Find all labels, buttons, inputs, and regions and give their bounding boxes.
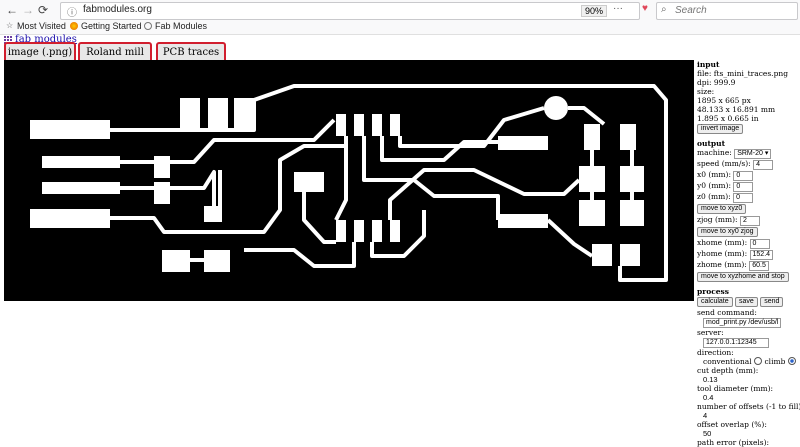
machine-select[interactable]: SRM-20 ▾ xyxy=(734,149,772,159)
tool-diameter-input[interactable]: 0.4 xyxy=(697,393,800,402)
firefox-icon xyxy=(70,22,78,30)
calculate-button[interactable]: calculate xyxy=(697,297,733,307)
move-xy0-zjog-button[interactable]: move to xy0 zjog xyxy=(697,227,758,237)
y0-input[interactable]: 0 xyxy=(733,182,754,192)
pcb-traces-image xyxy=(4,60,694,301)
send-command-label: send command: xyxy=(697,308,757,317)
speed-input[interactable]: 4 xyxy=(753,160,774,170)
output-heading: output xyxy=(697,139,726,148)
info-icon[interactable]: ⓘ xyxy=(67,4,77,19)
xhome-label: xhome (mm): xyxy=(697,238,748,247)
cut-depth-input[interactable]: 0.13 xyxy=(697,375,800,384)
input-size-mm: 48.133 x 16.891 mm xyxy=(697,105,776,114)
invert-image-button[interactable]: invert image xyxy=(697,124,744,134)
search-box[interactable]: ⌕ Search xyxy=(656,2,798,20)
tool-diameter-label: tool diameter (mm): xyxy=(697,384,774,393)
yhome-input[interactable]: 152.4 xyxy=(749,250,774,260)
yhome-label: yhome (mm): xyxy=(697,249,748,258)
overlap-label: offset overlap (%): xyxy=(697,420,767,429)
x0-input[interactable]: 0 xyxy=(733,171,754,181)
back-icon[interactable]: ← xyxy=(6,3,18,17)
address-bar[interactable]: ⓘ fabmodules.org 90% ··· xyxy=(60,2,640,20)
pocket-icon[interactable]: ♥ xyxy=(642,3,648,14)
url-text: fabmodules.org xyxy=(83,4,152,15)
move-home-button[interactable]: move to xyzhome and stop xyxy=(697,272,789,282)
save-button[interactable]: save xyxy=(735,297,758,307)
speed-label: speed (mm/s): xyxy=(697,159,751,168)
control-panel: input file: fts_mini_traces.png dpi: 999… xyxy=(697,60,800,447)
bookmarks-bar: ☆ Most Visited Getting Started Fab Modul… xyxy=(0,20,800,35)
direction-label: direction: xyxy=(697,348,734,357)
move-xyz0-button[interactable]: move to xyz0 xyxy=(697,204,747,214)
globe-icon xyxy=(144,22,152,30)
bookmark-most-visited[interactable]: ☆ Most Visited xyxy=(6,21,66,31)
bookmark-getting-started[interactable]: Getting Started xyxy=(70,21,142,31)
chevron-down-icon: ▾ xyxy=(764,150,769,157)
cut-depth-label: cut depth (mm): xyxy=(697,366,759,375)
search-icon: ⌕ xyxy=(661,4,667,15)
climb-label: climb xyxy=(764,357,786,366)
conventional-radio[interactable] xyxy=(754,357,763,365)
star-icon: ☆ xyxy=(6,21,14,30)
overlap-input[interactable]: 50 xyxy=(697,429,800,438)
input-dpi: dpi: 999.9 xyxy=(697,78,736,87)
offsets-input[interactable]: 4 xyxy=(697,411,800,420)
zjog-label: zjog (mm): xyxy=(697,215,738,224)
reload-icon[interactable]: ⟳ xyxy=(38,3,48,17)
pcb-traces-drawing xyxy=(30,84,668,282)
zjog-input[interactable]: 2 xyxy=(739,216,760,226)
climb-radio[interactable] xyxy=(787,357,796,365)
send-button[interactable]: send xyxy=(760,297,784,307)
xhome-input[interactable]: 0 xyxy=(749,239,770,249)
zoom-level[interactable]: 90% xyxy=(581,5,608,17)
input-file: file: fts_mini_traces.png xyxy=(697,69,789,78)
bookmark-fab-modules[interactable]: Fab Modules xyxy=(144,21,207,31)
page-actions-icon[interactable]: ··· xyxy=(613,3,623,14)
input-heading: input xyxy=(697,60,720,69)
z0-input[interactable]: 0 xyxy=(733,193,754,203)
input-size-in: 1.895 x 0.665 in xyxy=(697,114,759,123)
send-command-input[interactable]: mod_print.py /dev/usb/l xyxy=(703,318,782,328)
process-heading: process xyxy=(697,287,729,296)
server-label: server: xyxy=(697,328,724,337)
search-placeholder: Search xyxy=(675,5,707,16)
conventional-label: conventional xyxy=(703,357,752,366)
machine-label: machine: xyxy=(697,148,732,157)
offsets-label: number of offsets (-1 to fill): xyxy=(697,402,800,411)
zhome-input[interactable]: 60.5 xyxy=(749,261,770,271)
x0-label: x0 (mm): xyxy=(697,170,731,179)
forward-icon[interactable]: → xyxy=(22,3,34,17)
zhome-label: zhome (mm): xyxy=(697,260,747,269)
input-size-label: size: xyxy=(697,87,715,96)
server-input[interactable]: 127.0.0.1:12345 xyxy=(703,338,769,348)
input-size-px: 1895 x 665 px xyxy=(697,96,751,105)
y0-label: y0 (mm): xyxy=(697,181,731,190)
path-error-label: path error (pixels): xyxy=(697,438,770,447)
z0-label: z0 (mm): xyxy=(697,192,731,201)
